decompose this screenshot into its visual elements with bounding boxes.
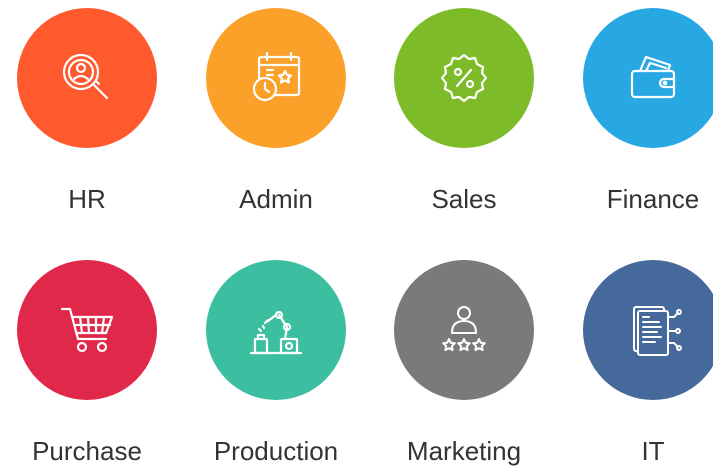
- purchase-label: Purchase: [32, 436, 142, 466]
- hr-label: HR: [68, 184, 106, 214]
- robot-arm-icon: [249, 310, 303, 355]
- user-rating-icon: [442, 306, 486, 352]
- marketing-label: Marketing: [406, 436, 522, 466]
- department-tile-marketing[interactable]: Marketing: [374, 260, 554, 470]
- admin-circle-button[interactable]: [206, 8, 346, 148]
- discount-badge-icon: [440, 53, 488, 103]
- marketing-circle-button[interactable]: [394, 260, 534, 400]
- department-tile-production[interactable]: Production: [186, 260, 366, 470]
- shopping-cart-icon: [60, 307, 114, 353]
- production-label: Production: [213, 436, 339, 466]
- purchase-circle-button[interactable]: [17, 260, 157, 400]
- document-network-icon: [633, 306, 682, 356]
- department-tile-admin[interactable]: Admin: [186, 8, 366, 218]
- production-circle-button[interactable]: [206, 260, 346, 400]
- department-tile-it[interactable]: IT: [563, 260, 713, 470]
- department-tile-finance[interactable]: Finance: [563, 8, 713, 218]
- hr-circle-button[interactable]: [17, 8, 157, 148]
- sales-circle-button[interactable]: [394, 8, 534, 148]
- department-tile-purchase[interactable]: Purchase: [0, 260, 177, 470]
- it-label: IT: [641, 436, 665, 466]
- department-tile-sales[interactable]: Sales: [374, 8, 554, 218]
- calendar-clock-icon: [252, 51, 301, 102]
- finance-label: Finance: [606, 184, 700, 214]
- wallet-icon: [630, 55, 676, 99]
- department-tile-hr[interactable]: HR: [0, 8, 177, 218]
- search-user-icon: [62, 53, 109, 100]
- it-circle-button[interactable]: [583, 260, 713, 400]
- sales-label: Sales: [431, 184, 497, 214]
- finance-circle-button[interactable]: [583, 8, 713, 148]
- admin-label: Admin: [239, 184, 313, 214]
